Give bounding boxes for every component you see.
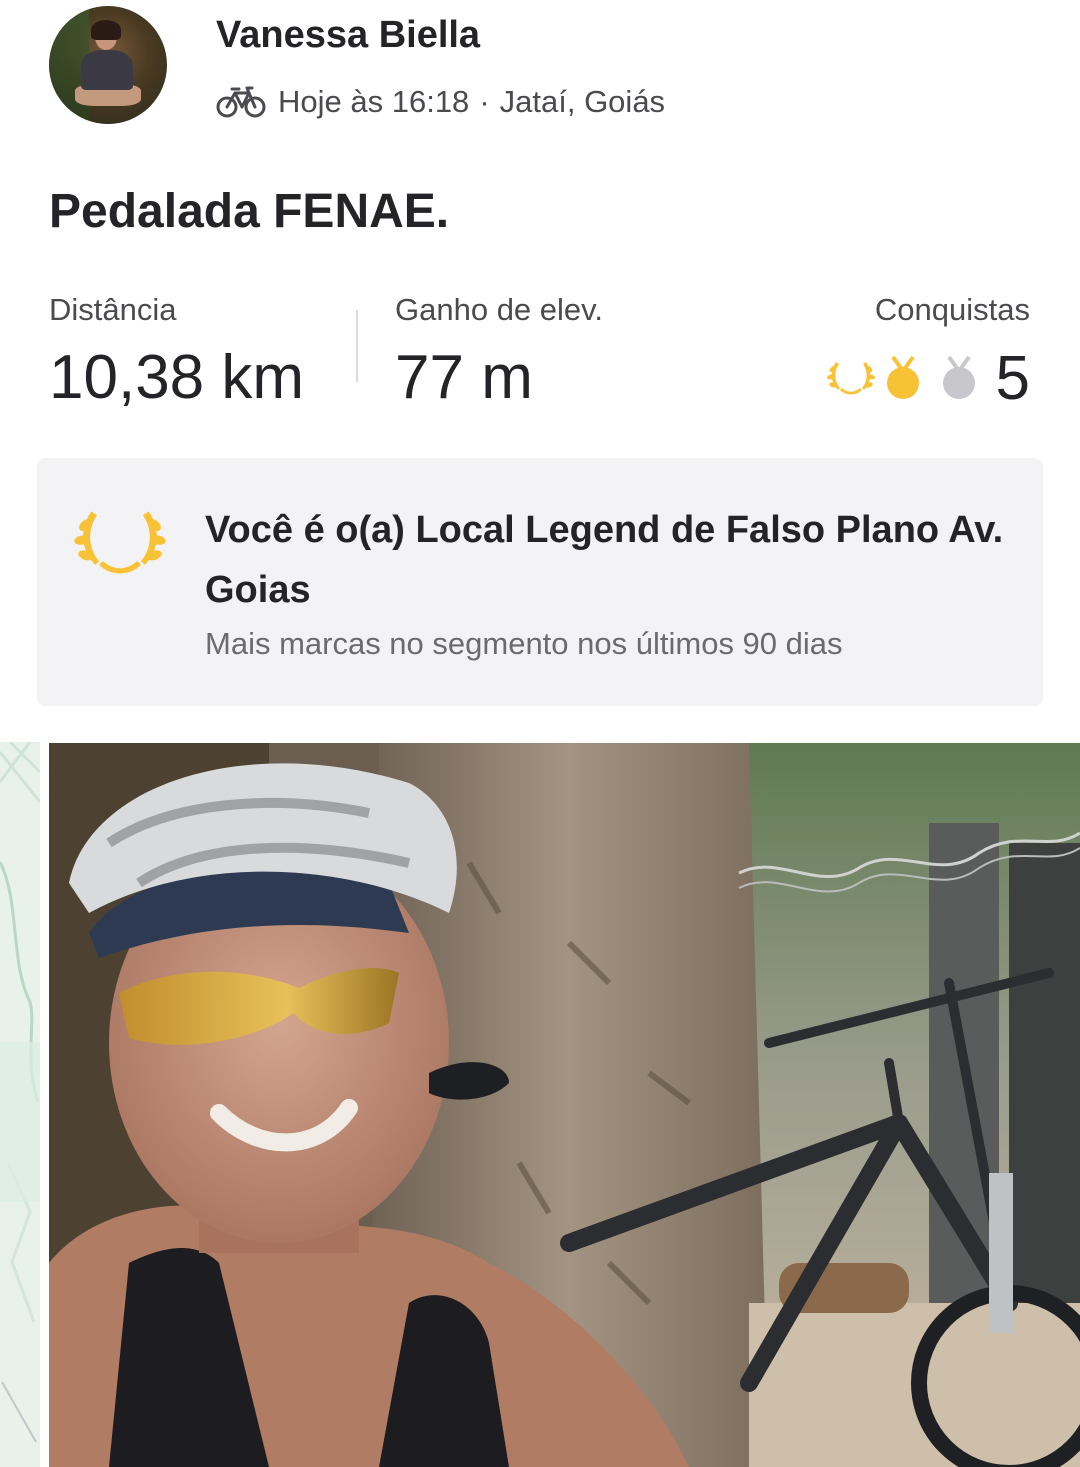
achievements-count: 5 <box>995 343 1030 413</box>
activity-time: Hoje às 16:18 <box>278 84 470 119</box>
local-legend-card[interactable]: Você é o(a) Local Legend de Falso Plano … <box>37 458 1043 706</box>
activity-meta: Hoje às 16:18 · Jataí, Goiás <box>216 80 665 124</box>
silver-medal-icon <box>942 355 975 399</box>
achievements-label: Conquistas <box>874 292 1030 327</box>
stats-divider <box>356 310 358 382</box>
local-legend-title: Você é o(a) Local Legend de Falso Plano … <box>205 509 1004 611</box>
elevation-value: 77 m <box>395 343 533 412</box>
bike-icon <box>216 86 266 118</box>
meta-separator: · <box>479 84 490 119</box>
distance-label: Distância <box>49 292 177 327</box>
activity-title[interactable]: Pedalada FENAE. <box>49 184 449 239</box>
route-map-thumbnail[interactable] <box>0 742 40 1467</box>
athlete-name[interactable]: Vanessa Biella <box>216 14 480 57</box>
laurel-icon <box>74 511 166 574</box>
avatar-figure-hair <box>91 20 121 40</box>
laurel-icon <box>826 362 875 395</box>
achievements-summary[interactable]: 5 <box>818 344 1030 413</box>
selfie-with-bike-photo[interactable] <box>49 743 1080 1467</box>
gold-medal-icon <box>886 355 919 399</box>
elevation-label: Ganho de elev. <box>395 292 603 327</box>
activity-header: Vanessa Biella Hoje às 16:18 · Jataí, Go… <box>0 0 1080 140</box>
activity-location: Jataí, Goiás <box>499 84 666 119</box>
local-legend-subtitle: Mais marcas no segmento nos últimos 90 d… <box>205 626 843 661</box>
photo-scene <box>49 743 1080 1467</box>
avatar[interactable] <box>49 6 167 124</box>
avatar-figure-body <box>81 50 133 90</box>
route-map <box>0 742 40 1467</box>
distance-value: 10,38 km <box>49 343 305 412</box>
